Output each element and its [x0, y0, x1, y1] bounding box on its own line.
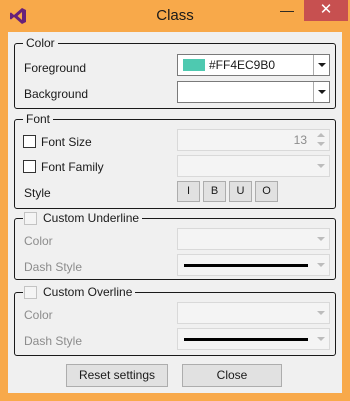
chevron-down-icon — [317, 337, 325, 341]
chevron-down-icon — [317, 263, 325, 267]
font-size-spinner[interactable]: 13 — [177, 129, 330, 151]
chevron-down-icon — [317, 311, 325, 315]
font-family-label: Font Family — [41, 160, 104, 174]
style-label: Style — [24, 186, 51, 200]
dialog-window: Class — ✕ Color Foreground #FF4EC9B0 Bac… — [0, 0, 350, 401]
underline-color-combo[interactable] — [177, 228, 330, 250]
style-button-row: I B U O — [177, 181, 287, 203]
chevron-down-icon — [317, 237, 325, 241]
spin-up-icon — [317, 133, 325, 137]
dialog-body: Color Foreground #FF4EC9B0 Background Fo… — [8, 32, 342, 393]
background-color-combo[interactable] — [177, 81, 330, 103]
overline-color-dropdown-button[interactable] — [313, 303, 329, 323]
color-group: Color Foreground #FF4EC9B0 Background — [14, 36, 336, 109]
underline-dash-label: Dash Style — [24, 260, 83, 274]
underline-button[interactable]: U — [229, 181, 252, 202]
overline-dash-dropdown-button[interactable] — [313, 329, 329, 349]
minimize-button[interactable]: — — [274, 1, 300, 21]
overline-color-combo[interactable] — [177, 302, 330, 324]
custom-overline-legend: Custom Overline — [23, 285, 136, 299]
font-size-spin-buttons[interactable] — [313, 130, 329, 150]
underline-dash-combo[interactable] — [177, 254, 330, 276]
underline-color-dropdown-button[interactable] — [313, 229, 329, 249]
font-family-checkbox[interactable] — [23, 160, 36, 173]
underline-color-label: Color — [24, 234, 53, 248]
spin-down-icon — [317, 142, 325, 146]
custom-overline-checkbox[interactable] — [24, 286, 37, 299]
underline-dash-dropdown-button[interactable] — [313, 255, 329, 275]
custom-underline-legend: Custom Underline — [23, 211, 143, 225]
overline-dash-label: Dash Style — [24, 334, 83, 348]
close-icon: ✕ — [319, 1, 333, 18]
font-family-dropdown-button[interactable] — [313, 156, 329, 176]
overline-dash-combo[interactable] — [177, 328, 330, 350]
chevron-down-icon — [317, 164, 325, 168]
reset-settings-button[interactable]: Reset settings — [66, 364, 168, 387]
solid-line-preview — [184, 264, 308, 267]
font-group-legend: Font — [23, 112, 54, 126]
title-bar: Class — ✕ — [0, 0, 350, 32]
font-size-label: Font Size — [41, 135, 92, 149]
foreground-color-combo[interactable]: #FF4EC9B0 — [177, 54, 330, 76]
custom-underline-checkbox[interactable] — [24, 212, 37, 225]
chevron-down-icon — [318, 63, 326, 67]
font-group: Font Font Size 13 Font Family Style I B — [14, 112, 336, 209]
background-label: Background — [24, 87, 89, 101]
foreground-dropdown-button[interactable] — [313, 55, 329, 75]
font-size-checkbox[interactable] — [23, 135, 36, 148]
foreground-value: #FF4EC9B0 — [209, 58, 276, 72]
color-group-legend: Color — [23, 36, 58, 50]
custom-underline-group: Custom Underline Color Dash Style — [14, 211, 336, 280]
bold-button[interactable]: B — [203, 181, 226, 202]
custom-overline-group: Custom Overline Color Dash Style — [14, 285, 336, 356]
close-button[interactable]: Close — [182, 364, 282, 387]
close-window-button[interactable]: ✕ — [304, 0, 348, 21]
minimize-icon: — — [280, 2, 294, 18]
overline-color-label: Color — [24, 308, 53, 322]
chevron-down-icon — [318, 90, 326, 94]
foreground-swatch — [183, 59, 205, 71]
overline-button[interactable]: O — [255, 181, 278, 202]
foreground-label: Foreground — [24, 61, 87, 75]
font-family-combo[interactable] — [177, 155, 330, 177]
background-dropdown-button[interactable] — [313, 82, 329, 102]
italic-button[interactable]: I — [177, 181, 200, 202]
font-size-value: 13 — [293, 133, 307, 147]
solid-line-preview — [184, 338, 308, 341]
